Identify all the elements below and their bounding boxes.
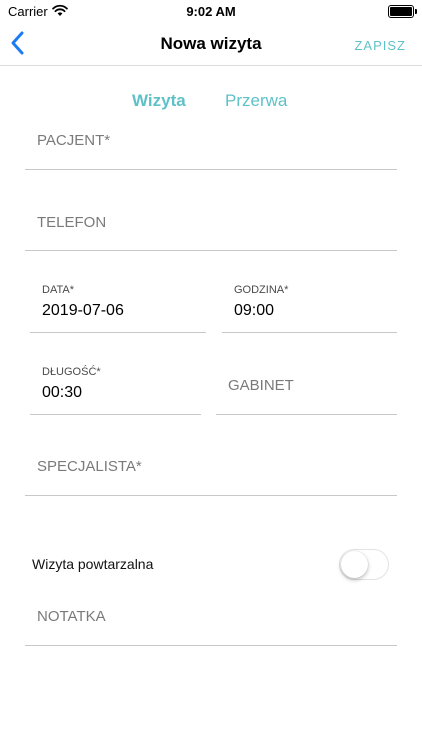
time-label: GODZINA* (234, 284, 289, 296)
duration-label: DŁUGOŚĆ* (42, 366, 101, 378)
patient-placeholder: PACJENT* (37, 132, 111, 149)
tab-przerwa[interactable]: Przerwa (225, 91, 287, 111)
date-field[interactable]: DATA* 2019-07-06 (30, 284, 206, 333)
specialist-placeholder: SPECJALISTA* (37, 458, 142, 475)
duration-value: 00:30 (42, 384, 83, 401)
toggle-knob (341, 551, 368, 578)
clock: 9:02 AM (186, 4, 236, 19)
battery-icon (388, 5, 417, 18)
save-button[interactable]: ZAPISZ (354, 38, 406, 53)
recurring-label: Wizyta powtarzalna (32, 556, 154, 572)
specialist-field[interactable]: SPECJALISTA* (25, 447, 397, 496)
room-placeholder: GABINET (228, 377, 294, 394)
phone-field[interactable]: TELEFON (25, 203, 397, 251)
navigation-bar: Nowa wizyta ZAPISZ (0, 24, 422, 66)
date-label: DATA* (42, 284, 74, 296)
status-bar: Carrier 9:02 AM (0, 0, 422, 24)
patient-field[interactable]: PACJENT* (25, 122, 397, 170)
phone-placeholder: TELEFON (37, 214, 107, 231)
recurring-toggle[interactable] (339, 549, 389, 580)
room-field[interactable]: GABINET (216, 366, 397, 415)
note-field[interactable]: NOTATKA (25, 598, 397, 646)
time-value: 09:00 (234, 302, 275, 319)
time-field[interactable]: GODZINA* 09:00 (222, 284, 397, 333)
segment-tabs: Wizyta Przerwa (0, 91, 422, 113)
date-value: 2019-07-06 (42, 302, 124, 319)
note-placeholder: NOTATKA (37, 608, 106, 625)
duration-field[interactable]: DŁUGOŚĆ* 00:30 (30, 366, 201, 415)
tab-wizyta[interactable]: Wizyta (132, 91, 186, 111)
